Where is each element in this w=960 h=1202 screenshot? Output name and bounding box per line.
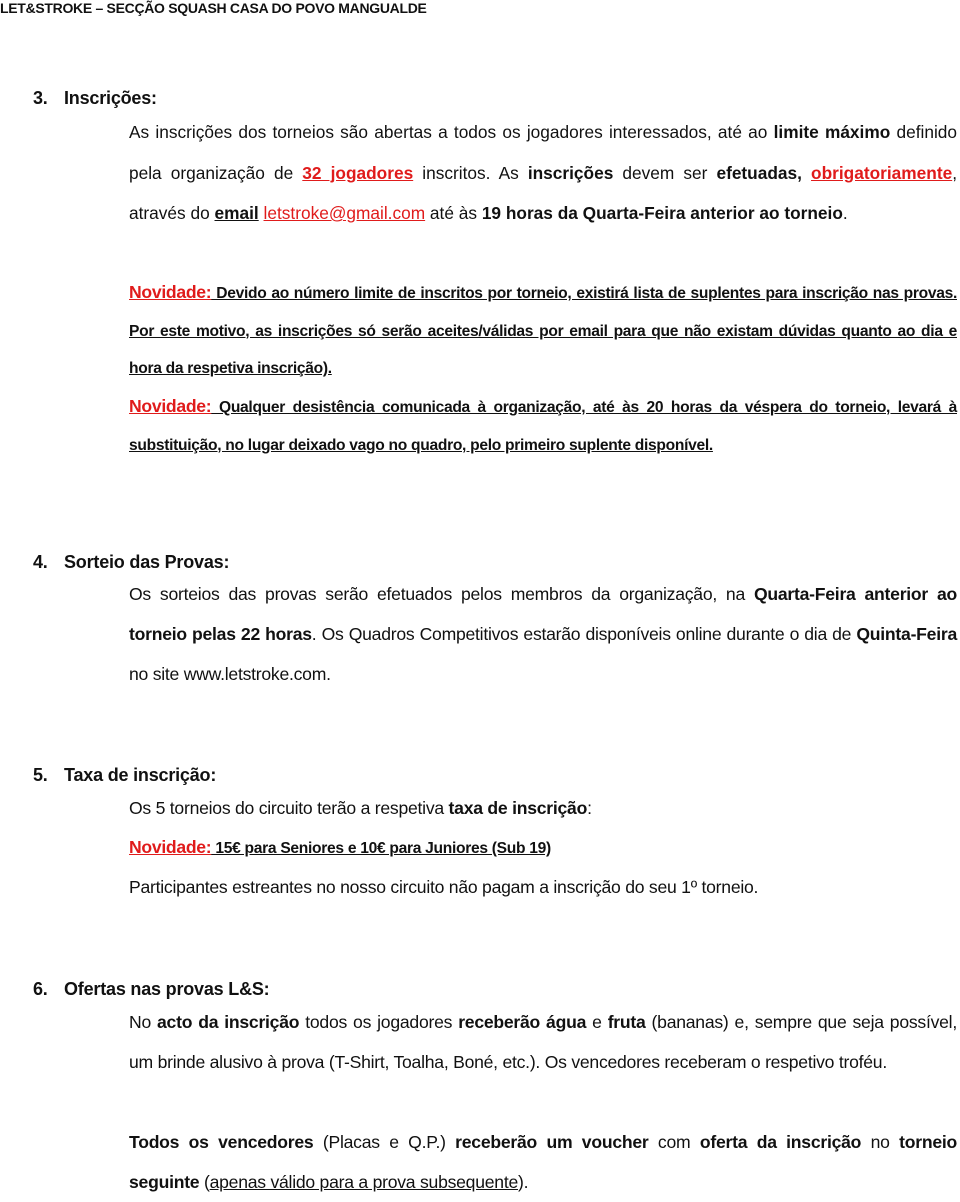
section-4-heading: 4. Sorteio das Provas:: [33, 552, 229, 573]
text: (Placas e Q.P.): [313, 1132, 456, 1152]
text: todos os jogadores: [299, 1012, 459, 1032]
text: [802, 163, 811, 183]
section-3-heading: 3. Inscrições:: [33, 88, 157, 109]
text: No: [129, 1012, 158, 1032]
underlined-text: apenas válido para a prova subsequente: [209, 1172, 519, 1192]
bold-text: acto da inscrição: [157, 1012, 300, 1032]
bold-text: oferta da inscrição: [699, 1132, 862, 1152]
text: :: [587, 798, 592, 818]
bold-text: receberão água: [458, 1012, 587, 1032]
bold-text: limite máximo: [773, 122, 891, 142]
section-number: 5.: [33, 765, 48, 785]
document-header: LET&STROKE – SECÇÃO SQUASH CASA DO POVO …: [0, 0, 427, 16]
section-3-paragraph: As inscrições dos torneios são abertas a…: [129, 112, 957, 234]
highlight-max-players: 32 jogadores: [302, 162, 414, 183]
bold-text: efetuadas,: [716, 162, 802, 183]
section-6-voucher-paragraph: Todos os vencedores (Placas e Q.P.) rece…: [129, 1122, 957, 1202]
text: inscritos. As: [413, 162, 528, 183]
section-6-offers-paragraph: No acto da inscrição todos os jogadores …: [129, 1002, 957, 1082]
section-title: Taxa de inscrição:: [64, 765, 217, 785]
text: até às: [425, 203, 482, 223]
text: Os sorteios das provas serão efetuados p…: [129, 584, 754, 604]
novidade-fees-paragraph: Novidade: 15€ para Seniores e 10€ para J…: [129, 829, 957, 868]
section-6-heading: 6. Ofertas nas provas L&S:: [33, 979, 270, 1000]
section-title: Inscrições:: [64, 88, 157, 108]
bold-text: Todos os vencedores: [129, 1132, 314, 1152]
bold-text: receberão um voucher: [455, 1132, 649, 1152]
bold-text: 19 horas da Quarta-Feira anterior ao tor…: [481, 203, 843, 223]
novidade-text: Qualquer desistência comunicada à organi…: [129, 399, 957, 454]
section-number: 3.: [33, 88, 48, 108]
section-5-fee-paragraph: Os 5 torneios do circuito terão a respet…: [129, 788, 957, 828]
section-number: 4.: [33, 552, 48, 572]
bold-text: Quinta-Feira: [856, 624, 957, 644]
text: no site www.letstroke.com.: [129, 664, 331, 684]
section-4-paragraph: Os sorteios das provas serão efetuados p…: [129, 574, 957, 694]
section-5-newcomers-paragraph: Participantes estreantes no nosso circui…: [129, 877, 759, 897]
section-title: Sorteio das Provas:: [64, 552, 230, 572]
text: Os 5 torneios do circuito terão a respet…: [129, 798, 449, 818]
bold-text: fruta: [607, 1012, 646, 1032]
text: As inscrições dos torneios são abertas a…: [129, 122, 774, 142]
text: .: [842, 203, 848, 223]
section-5-heading: 5. Taxa de inscrição:: [33, 765, 216, 786]
text: devem ser: [613, 162, 717, 183]
text: ).: [518, 1172, 529, 1192]
bold-text: taxa de inscrição: [448, 798, 588, 818]
text: (: [199, 1172, 210, 1192]
bold-text: email: [214, 203, 259, 223]
text: . Os Quadros Competitivos estarão dispon…: [311, 624, 857, 644]
novidade-label: Novidade:: [129, 282, 212, 302]
section-title: Ofertas nas provas L&S:: [64, 979, 270, 999]
highlight-mandatory: obrigatoriamente: [811, 162, 953, 183]
email-link[interactable]: letstroke@gmail.com: [264, 203, 426, 223]
novidade-label: Novidade:: [129, 396, 212, 416]
section-number: 6.: [33, 979, 48, 999]
novidade-substitutes-paragraph: Novidade: Devido ao número limite de ins…: [129, 274, 957, 388]
novidade-text: Devido ao número limite de inscritos por…: [129, 285, 957, 377]
novidade-text: 15€ para Seniores e 10€ para Juniores (S…: [211, 840, 551, 857]
novidade-label: Novidade:: [129, 837, 212, 857]
novidade-withdrawal-paragraph: Novidade: Qualquer desistência comunicad…: [129, 388, 957, 464]
text: com: [648, 1132, 700, 1152]
text: e: [586, 1012, 608, 1032]
bold-text: inscrições: [527, 162, 614, 183]
text: no: [861, 1132, 900, 1152]
